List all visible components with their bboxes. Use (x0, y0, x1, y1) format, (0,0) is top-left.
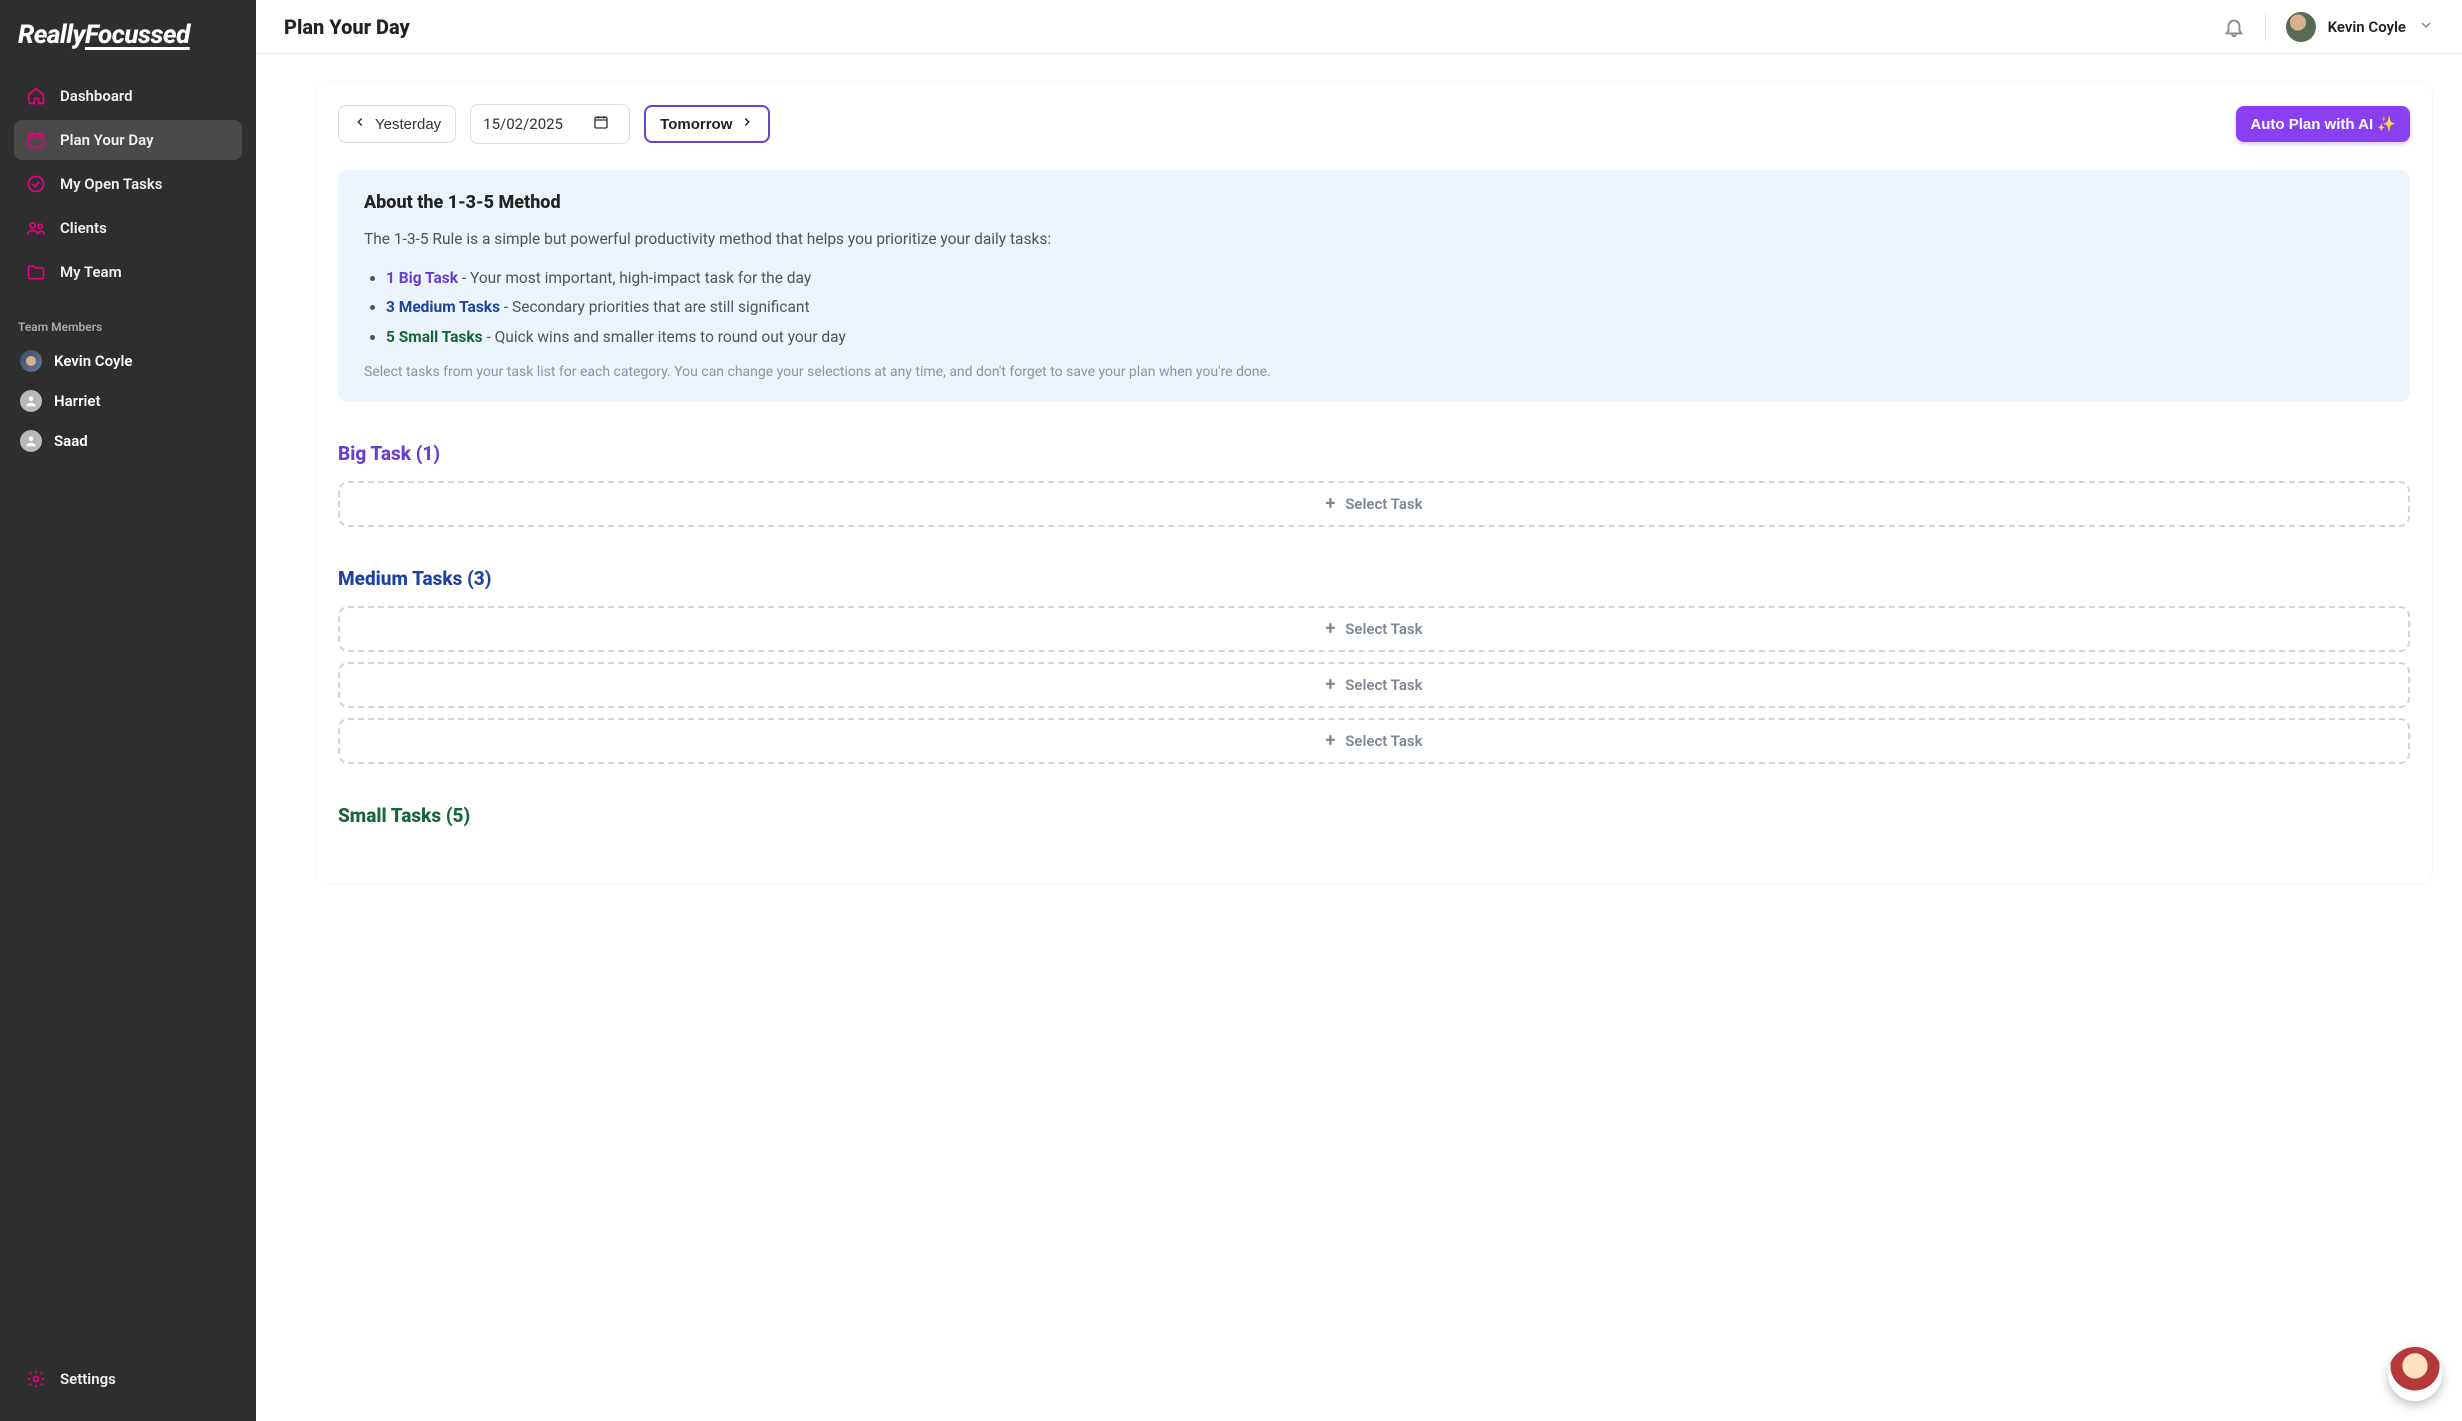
list-item: 5 Small Tasks - Quick wins and smaller i… (386, 323, 2384, 352)
avatar (2286, 12, 2316, 42)
main-card: Yesterday 15/02/2025 Tomorrow (316, 82, 2432, 883)
info-bold: 1 Big Task (386, 269, 458, 287)
sidebar-item-my-open-tasks[interactable]: My Open Tasks (14, 164, 242, 204)
sidebar-item-dashboard[interactable]: Dashboard (14, 76, 242, 116)
button-label: Auto Plan with AI ✨ (2250, 115, 2396, 133)
date-toolbar: Yesterday 15/02/2025 Tomorrow (338, 104, 2410, 144)
calendar-icon (26, 130, 46, 150)
small-tasks-section: Small Tasks (5) (338, 804, 2410, 827)
section-title: Big Task (1) (338, 442, 2410, 465)
folder-icon (26, 262, 46, 282)
user-menu[interactable]: Kevin Coyle (2286, 12, 2434, 42)
medium-tasks-section: Medium Tasks (3) + Select Task + Select … (338, 567, 2410, 764)
sidebar-item-my-team[interactable]: My Team (14, 252, 242, 292)
info-title: About the 1-3-5 Method (364, 192, 2384, 213)
team-member-saad[interactable]: Saad (14, 424, 242, 458)
button-label: Yesterday (375, 116, 441, 133)
plus-icon: + (1325, 495, 1335, 513)
plus-icon: + (1325, 676, 1335, 694)
info-rest: - Your most important, high-impact task … (458, 269, 811, 287)
home-icon (26, 86, 46, 106)
sidebar-item-settings[interactable]: Settings (14, 1359, 242, 1399)
tomorrow-button[interactable]: Tomorrow (644, 105, 770, 143)
team-members-label: Team Members (18, 320, 238, 334)
select-task-slot[interactable]: + Select Task (338, 606, 2410, 652)
user-name: Kevin Coyle (2328, 18, 2406, 36)
list-item: 1 Big Task - Your most important, high-i… (386, 264, 2384, 293)
sidebar-item-plan-your-day[interactable]: Plan Your Day (14, 120, 242, 160)
info-footer: Select tasks from your task list for eac… (364, 364, 2384, 380)
info-intro: The 1-3-5 Rule is a simple but powerful … (364, 227, 2384, 252)
divider (2265, 13, 2266, 41)
avatar (20, 350, 42, 372)
sidebar-item-label: My Team (60, 263, 122, 281)
info-bold: 3 Medium Tasks (386, 298, 500, 316)
date-input[interactable]: 15/02/2025 (470, 104, 630, 144)
chevron-left-icon (353, 115, 367, 133)
chevron-down-icon (2418, 17, 2434, 37)
logo-part2: Focussed (85, 20, 190, 50)
sidebar-item-label: Dashboard (60, 87, 133, 105)
select-task-slot[interactable]: + Select Task (338, 662, 2410, 708)
slot-label: Select Task (1345, 495, 1422, 513)
sidebar-item-label: Clients (60, 219, 107, 237)
yesterday-button[interactable]: Yesterday (338, 105, 456, 143)
select-task-slot[interactable]: + Select Task (338, 481, 2410, 527)
plus-icon: + (1325, 732, 1335, 750)
avatar (20, 390, 42, 412)
select-task-slot[interactable]: + Select Task (338, 718, 2410, 764)
logo-part1: Really (18, 20, 85, 50)
sidebar: ReallyFocussed Dashboard Plan Your Day M… (0, 0, 256, 1421)
chevron-right-icon (740, 115, 754, 133)
date-value: 15/02/2025 (483, 115, 563, 133)
check-circle-icon (26, 174, 46, 194)
info-panel: About the 1-3-5 Method The 1-3-5 Rule is… (338, 170, 2410, 402)
info-bold: 5 Small Tasks (386, 328, 483, 346)
member-name: Saad (54, 432, 88, 450)
sidebar-item-label: Settings (60, 1370, 116, 1388)
sidebar-item-label: Plan Your Day (60, 131, 154, 149)
member-name: Kevin Coyle (54, 352, 132, 370)
slot-label: Select Task (1345, 732, 1422, 750)
sidebar-item-label: My Open Tasks (60, 175, 162, 193)
bell-icon[interactable] (2223, 16, 2245, 38)
gear-icon (26, 1369, 46, 1389)
button-label: Tomorrow (660, 116, 732, 133)
help-assistant-button[interactable] (2388, 1347, 2442, 1401)
team-member-harriet[interactable]: Harriet (14, 384, 242, 418)
info-list: 1 Big Task - Your most important, high-i… (386, 264, 2384, 352)
section-title: Small Tasks (5) (338, 804, 2410, 827)
slot-label: Select Task (1345, 676, 1422, 694)
section-title: Medium Tasks (3) (338, 567, 2410, 590)
team-member-kevin[interactable]: Kevin Coyle (14, 344, 242, 378)
slot-label: Select Task (1345, 620, 1422, 638)
topbar: Plan Your Day Kevin Coyle (256, 0, 2462, 54)
auto-plan-button[interactable]: Auto Plan with AI ✨ (2236, 106, 2410, 142)
app-logo: ReallyFocussed (18, 20, 238, 50)
sidebar-item-clients[interactable]: Clients (14, 208, 242, 248)
page-title: Plan Your Day (284, 15, 410, 39)
member-name: Harriet (54, 392, 100, 410)
big-task-section: Big Task (1) + Select Task (338, 442, 2410, 527)
calendar-icon (593, 114, 609, 134)
list-item: 3 Medium Tasks - Secondary priorities th… (386, 293, 2384, 322)
info-rest: - Secondary priorities that are still si… (500, 298, 810, 316)
users-icon (26, 218, 46, 238)
avatar (20, 430, 42, 452)
plus-icon: + (1325, 620, 1335, 638)
info-rest: - Quick wins and smaller items to round … (483, 328, 846, 346)
